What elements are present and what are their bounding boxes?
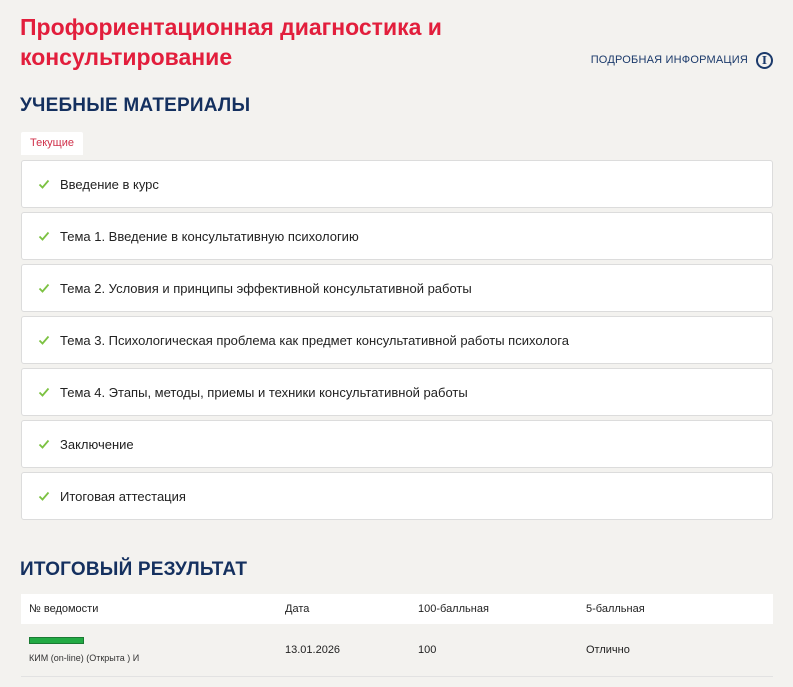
module-item-intro[interactable]: Введение в курс <box>21 160 773 208</box>
table-row: КИМ (on-line) (Открыта ) И 13.01.2026 10… <box>21 624 773 676</box>
results-header-row: № ведомости Дата 100-балльная 5-балльная <box>21 594 773 624</box>
score5-cell: Отлично <box>586 643 630 656</box>
column-header-score100: 100-балльная <box>418 603 489 615</box>
module-item-topic-3[interactable]: Тема 3. Психологическая проблема как пре… <box>21 316 773 364</box>
column-header-date: Дата <box>285 603 310 615</box>
check-icon <box>38 335 50 345</box>
module-item-topic-4[interactable]: Тема 4. Этапы, методы, приемы и техники … <box>21 368 773 416</box>
module-item-final-attestation[interactable]: Итоговая аттестация <box>21 472 773 520</box>
check-icon <box>38 387 50 397</box>
score100-cell: 100 <box>418 643 437 656</box>
module-label: Тема 3. Психологическая проблема как пре… <box>60 332 569 348</box>
more-info-label: ПОДРОБНАЯ ИНФОРМАЦИЯ <box>590 54 748 66</box>
materials-section-title: УЧЕБНЫЕ МАТЕРИАЛЫ <box>20 95 251 116</box>
module-label: Заключение <box>60 436 134 452</box>
check-icon <box>38 439 50 449</box>
module-label: Тема 2. Условия и принципы эффективной к… <box>60 280 472 296</box>
date-cell: 13.01.2026 <box>285 643 341 656</box>
results-table: № ведомости Дата 100-балльная 5-балльная… <box>21 594 773 677</box>
module-label: Итоговая аттестация <box>60 488 186 504</box>
module-item-conclusion[interactable]: Заключение <box>21 420 773 468</box>
module-item-topic-2[interactable]: Тема 2. Условия и принципы эффективной к… <box>21 264 773 312</box>
page-title: Профориентационная диагностика и консуль… <box>20 14 442 70</box>
sheet-cell: КИМ (on-line) (Открыта ) И <box>21 624 277 676</box>
module-list: Введение в курс Тема 1. Введение в консу… <box>21 160 773 520</box>
check-icon <box>38 179 50 189</box>
more-info-link[interactable]: ПОДРОБНАЯ ИНФОРМАЦИЯ i <box>591 51 773 69</box>
result-section-title: ИТОГОВЫЙ РЕЗУЛЬТАТ <box>20 559 248 580</box>
module-label: Введение в курс <box>60 176 159 192</box>
module-label: Тема 1. Введение в консультативную психо… <box>60 228 359 244</box>
check-icon <box>38 491 50 501</box>
tab-current[interactable]: Текущие <box>21 132 83 155</box>
module-label: Тема 4. Этапы, методы, приемы и техники … <box>60 384 468 400</box>
column-header-score5: 5-балльная <box>586 603 645 615</box>
check-icon <box>38 283 50 293</box>
module-item-topic-1[interactable]: Тема 1. Введение в консультативную психо… <box>21 212 773 260</box>
info-circle-icon: i <box>756 51 773 69</box>
sheet-name: КИМ (on-line) (Открыта ) И <box>29 652 140 663</box>
check-icon <box>38 231 50 241</box>
progress-bar <box>29 636 84 644</box>
column-header-sheet: № ведомости <box>29 603 99 615</box>
